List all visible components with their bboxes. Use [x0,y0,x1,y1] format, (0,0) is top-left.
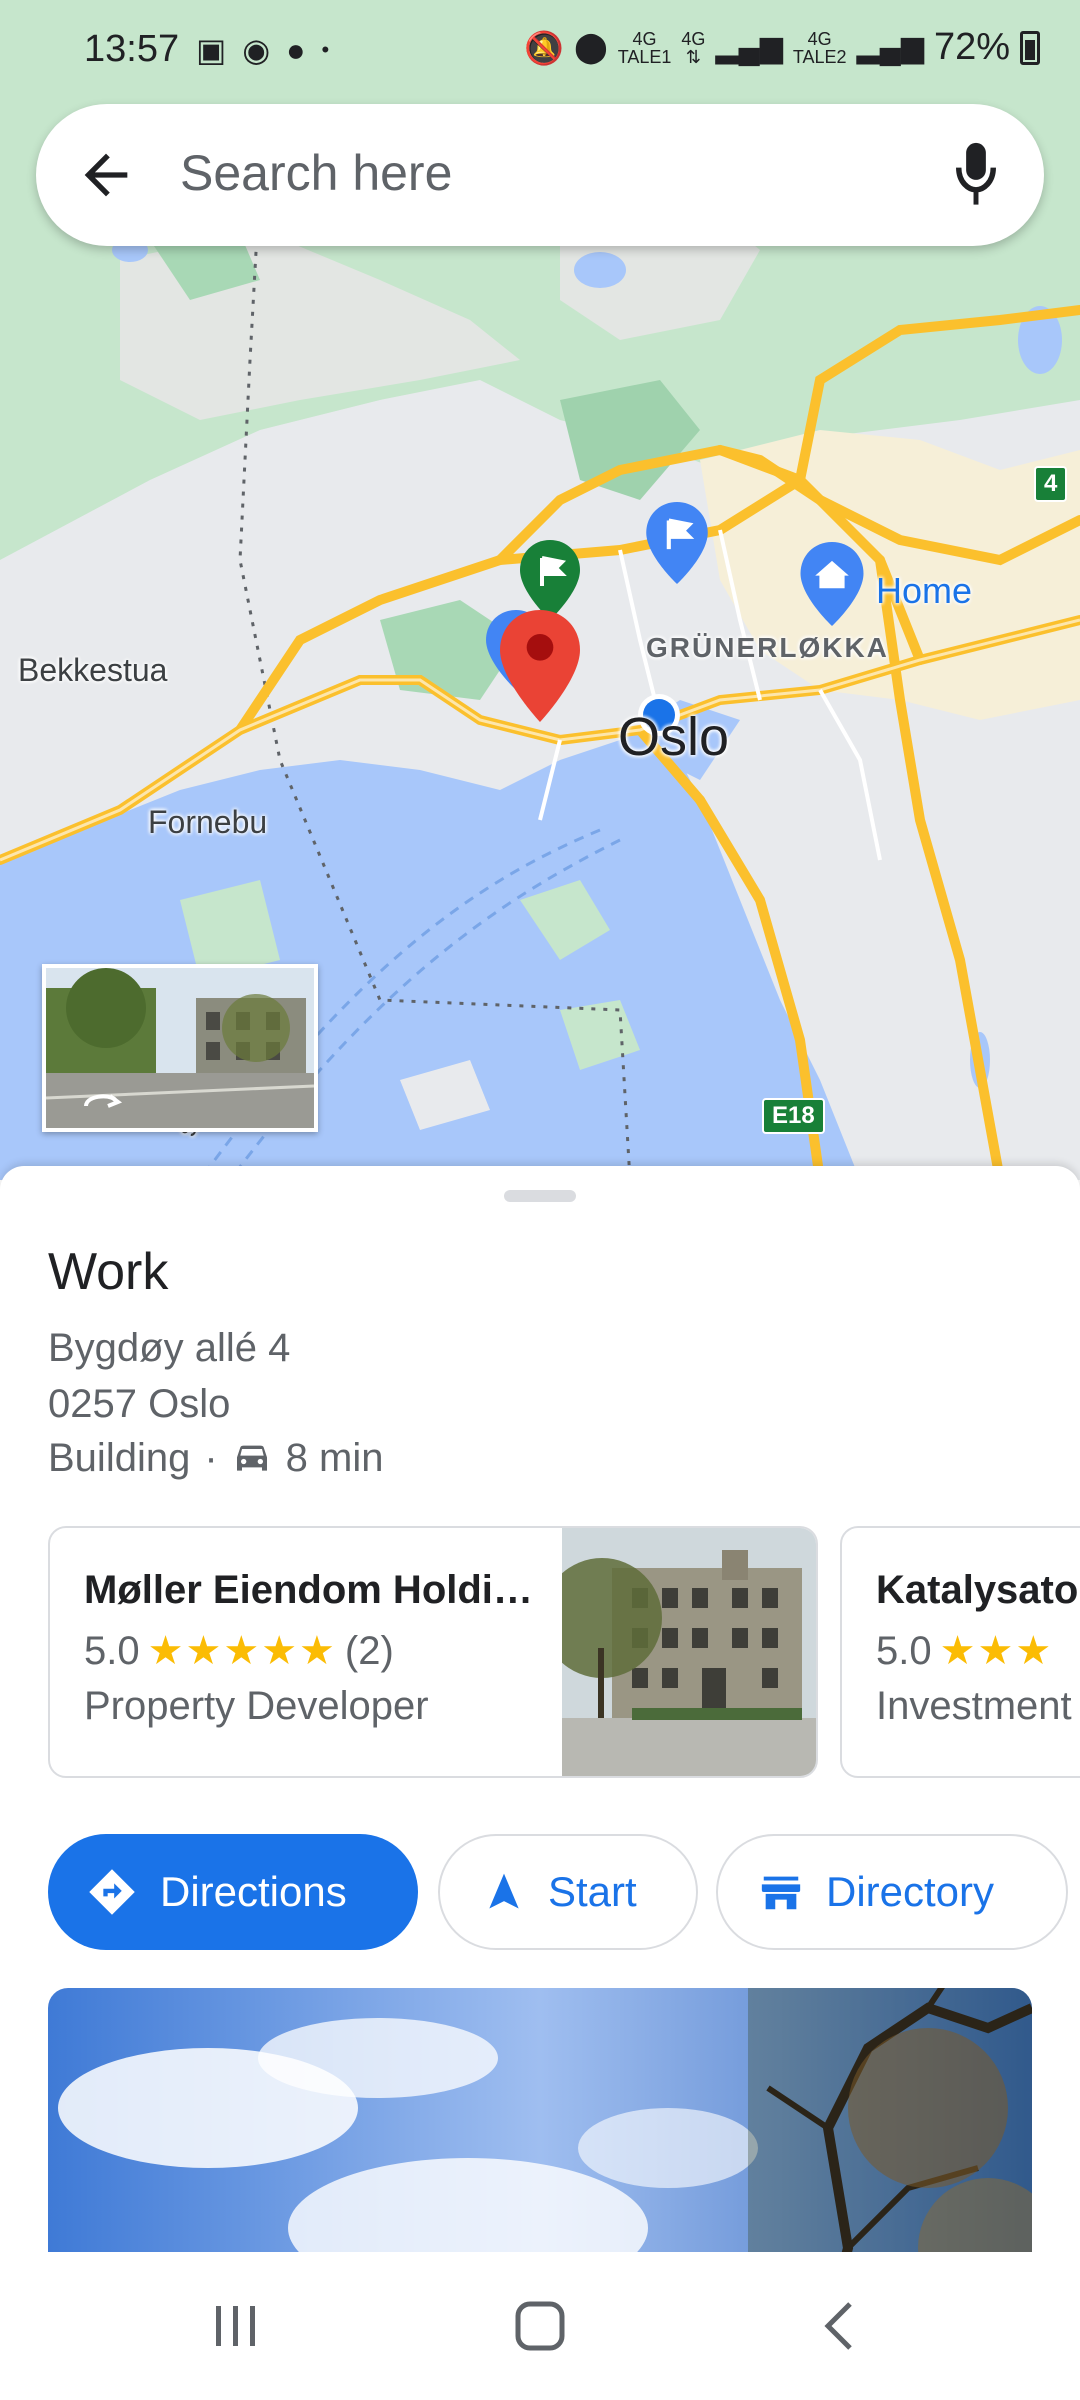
microphone-icon[interactable] [946,138,1006,212]
network-3-carrier: TALE2 [792,46,847,67]
directions-button[interactable]: Directions [48,1834,418,1950]
address-line-2: 0257 Oslo [48,1382,231,1426]
search-bar[interactable]: Search here [36,104,1044,246]
road-shield-4: 4 [1034,466,1068,502]
home-pin-icon[interactable] [800,542,864,626]
map-view[interactable]: Home GRÜNERLØKKA Bekkestua Oslo Fornebu … [0,0,1080,1180]
street-view-thumbnail[interactable] [42,964,318,1132]
signal-2-icon: ▂▄▆ [856,31,924,64]
directions-label: Directions [160,1868,347,1915]
network-1-type: 4G [632,28,657,49]
signal-1-icon: ▂▄▆ [715,31,783,64]
recent-apps-icon[interactable] [206,2298,266,2354]
star-rating-icon: ★★★ [939,1629,1054,1673]
network-1-carrier: TALE1 [617,46,672,67]
saved-place-pin-icon[interactable] [520,540,580,620]
business-category: Property Developer [84,1684,429,1728]
flag-pin-icon[interactable] [646,502,708,584]
notification-icons: ▣ ◉ ● • [196,30,329,70]
place-type: Building [48,1436,191,1480]
status-bar: 13:57 ▣ ◉ ● • 🔕 ⬤ 4G TALE1 4G ⇅ ▂▄▆ 4G TALE… [0,0,1080,100]
data-arrows-icon: ⇅ [685,46,701,67]
place-type-line: Building · 8 min [48,1436,383,1481]
home-button-icon[interactable] [510,2298,570,2354]
battery-percent: 72% [933,26,1010,68]
star-rating-icon: ★★★★★ [147,1629,337,1673]
network-2-type: 4G [681,28,706,49]
network-3: 4G TALE2 [793,30,847,66]
drag-handle[interactable] [504,1190,576,1202]
review-count: (2) [344,1628,394,1673]
drive-time: 8 min [285,1436,384,1480]
street-view-image [46,968,314,1128]
status-time: 13:57 [84,28,180,70]
map-label-bekkestua: Bekkestua [18,652,168,688]
place-details-sheet[interactable]: Work Bygdøy allé 4 0257 Oslo Building · … [0,1166,1080,2400]
road-shield-e18: E18 [762,1098,825,1134]
map-label-home[interactable]: Home [876,570,972,612]
business-rating: 5.0 ★★★ [876,1628,1053,1674]
business-photo [562,1528,816,1776]
back-button-icon[interactable] [812,2298,872,2354]
network-3-type: 4G [807,28,832,49]
map-label-grunerlokka: GRÜNERLØKKA [646,632,889,663]
business-rating: 5.0 ★★★★★ (2) [84,1628,394,1674]
address-line-1: Bygdøy allé 4 [48,1326,291,1370]
business-category: Investment [876,1684,1072,1728]
store-directory-icon [761,1876,801,1910]
battery-icon [1020,30,1040,65]
map-label-oslo: Oslo [618,707,730,767]
back-arrow-icon[interactable] [74,143,138,207]
gallery-icon: ▣ [196,32,227,68]
search-input[interactable]: Search here [180,144,452,202]
business-name: Katalysato [876,1568,1079,1612]
rating-value: 5.0 [876,1628,932,1673]
messenger-icon: ◉ [242,32,271,68]
directory-label: Directory [826,1868,995,1915]
separator: · [204,1436,218,1480]
place-title: Work [48,1243,169,1301]
business-card[interactable]: Møller Eiendom Holdi… 5.0 ★★★★★ (2) Prop… [48,1526,818,1778]
location-icon: ⬤ [574,31,608,64]
status-indicators: 🔕 ⬤ 4G TALE1 4G ⇅ ▂▄▆ 4G TALE2 ▂▄▆ 72% [524,26,1040,69]
dot-icon: • [321,37,330,62]
network-1: 4G TALE1 [618,30,672,66]
vibrate-icon: 🔕 [524,29,565,66]
system-navigation-bar [0,2252,1080,2400]
start-label: Start [548,1868,637,1915]
navigation-arrow-icon [489,1873,519,1909]
selected-place-pin-icon[interactable] [500,610,580,722]
map-label-fornebu: Fornebu [148,804,268,840]
directions-icon [89,1869,135,1915]
business-card[interactable]: Katalysato 5.0 ★★★ Investment [840,1526,1080,1778]
directory-button[interactable]: Directory [716,1834,1068,1950]
rating-value: 5.0 [84,1628,140,1673]
network-2: 4G ⇅ [681,30,705,66]
business-name: Møller Eiendom Holdi… [84,1568,533,1612]
car-icon [236,1445,267,1471]
start-button[interactable]: Start [438,1834,698,1950]
reddit-icon: ● [286,32,306,68]
